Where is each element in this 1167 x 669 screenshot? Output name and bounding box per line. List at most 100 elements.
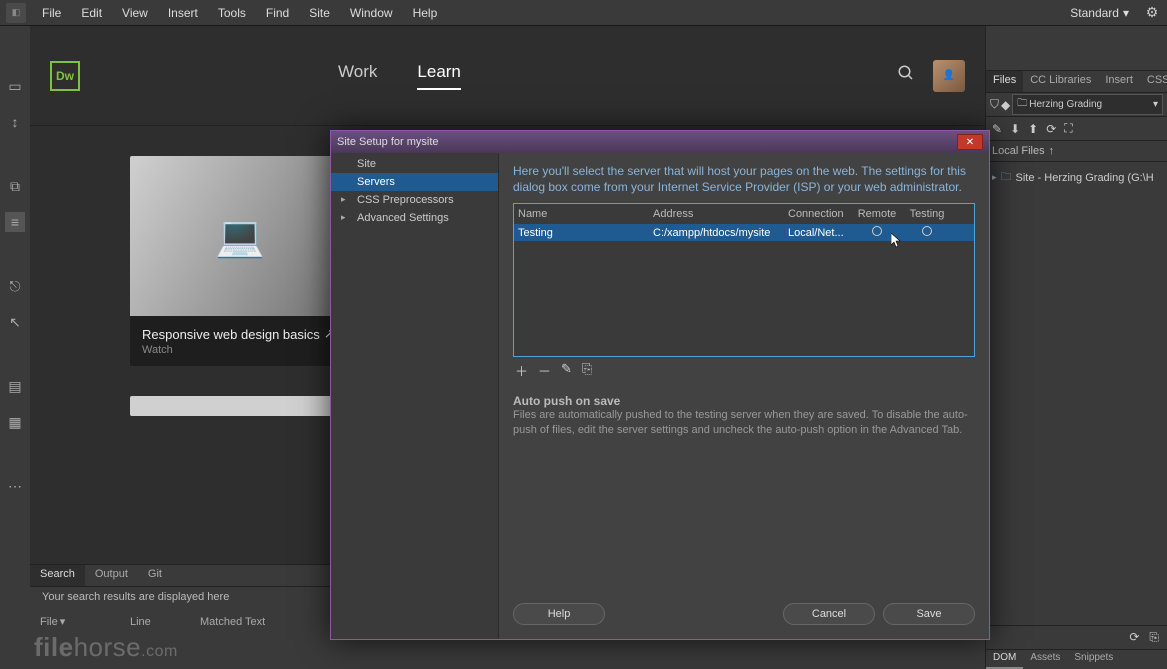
col-name: Name — [514, 206, 649, 222]
col-line[interactable]: Line — [120, 615, 190, 628]
panel-tab-dom[interactable]: DOM — [986, 650, 1023, 669]
remove-server-button[interactable]: － — [538, 361, 551, 380]
servers-table-header: Name Address Connection Remote Testing — [514, 204, 974, 224]
learn-card-subtitle: Watch — [142, 344, 338, 356]
server-connection: Local/Net... — [784, 225, 852, 241]
user-avatar[interactable]: 👤 — [933, 60, 965, 92]
folder-icon: 🗀 — [1001, 168, 1012, 187]
tab-learn[interactable]: Learn — [417, 62, 460, 90]
menu-edit[interactable]: Edit — [71, 0, 112, 25]
wand-icon[interactable]: ✎ — [992, 122, 1002, 136]
menu-help[interactable]: Help — [403, 0, 448, 25]
refresh-icon[interactable]: ⟳ — [1129, 630, 1139, 645]
remote-radio[interactable] — [872, 226, 882, 236]
dialog-sidebar: Site Servers ▸CSS Preprocessors ▸Advance… — [331, 153, 499, 639]
expand-icon[interactable]: ⛶ — [1064, 121, 1072, 136]
testing-radio[interactable] — [922, 226, 932, 236]
tool-comment-icon[interactable]: ▤ — [5, 376, 25, 396]
tool-list-icon[interactable]: ≡ — [5, 212, 25, 232]
chevron-down-icon: ▾ — [60, 615, 66, 628]
duplicate-server-button[interactable]: ⎘ — [582, 361, 592, 380]
menu-find[interactable]: Find — [256, 0, 299, 25]
dreamweaver-logo-icon: Dw — [50, 61, 80, 91]
download-icon[interactable]: ⬇ — [1010, 122, 1020, 136]
local-files-header[interactable]: Local Files ↑ — [986, 141, 1167, 162]
menu-file[interactable]: File — [32, 0, 71, 25]
server-tools: ＋ － ✎ ⎘ — [513, 357, 975, 384]
upload-icon[interactable]: ⬆ — [1028, 122, 1038, 136]
panel-tab-cc-libraries[interactable]: CC Libraries — [1023, 71, 1098, 92]
col-address: Address — [649, 206, 784, 222]
cancel-button[interactable]: Cancel — [783, 603, 875, 625]
menu-tools[interactable]: Tools — [208, 0, 256, 25]
center-header: Dw Work Learn 👤 — [30, 26, 985, 126]
learn-card-thumbnail: 💻 — [130, 156, 350, 316]
workspace-selector[interactable]: Standard ▾ — [1062, 4, 1137, 22]
col-testing: Testing — [902, 206, 952, 222]
workspace-label: Standard — [1070, 6, 1119, 20]
dialog-description: Here you'll select the server that will … — [513, 163, 975, 195]
panel-tab-snippets[interactable]: Snippets — [1067, 650, 1120, 669]
help-button[interactable]: Help — [513, 603, 605, 625]
server-row[interactable]: Testing C:/xampp/htdocs/mysite Local/Net… — [514, 224, 974, 241]
tool-more-icon[interactable]: ⋯ — [5, 476, 25, 496]
learn-card[interactable]: 💻 Responsive web design basics ↗ Watch — [130, 156, 350, 366]
tool-pointer-icon[interactable]: ↖ — [5, 312, 25, 332]
learn-card-2[interactable] — [130, 396, 350, 416]
sidebar-item-css-preprocessors[interactable]: ▸CSS Preprocessors — [331, 191, 498, 209]
search-icon[interactable] — [897, 64, 915, 87]
sort-up-icon: ↑ — [1049, 145, 1055, 157]
menu-insert[interactable]: Insert — [158, 0, 208, 25]
menu-window[interactable]: Window — [340, 0, 403, 25]
folder-icon: 🗀 — [1017, 96, 1027, 113]
panel-tab-files[interactable]: Files — [986, 71, 1023, 92]
chevron-down-icon: ▾ — [1153, 99, 1158, 110]
sidebar-item-servers[interactable]: Servers — [331, 173, 498, 191]
panel-tab-css[interactable]: CSS Des — [1140, 71, 1167, 92]
autopush-title: Auto push on save — [513, 394, 975, 408]
tool-panel-icon[interactable]: ▦ — [5, 412, 25, 432]
autopush-description: Files are automatically pushed to the te… — [513, 408, 975, 437]
col-matched[interactable]: Matched Text — [190, 615, 275, 628]
sidebar-item-advanced-settings[interactable]: ▸Advanced Settings — [331, 209, 498, 227]
app-icon: ◧ — [6, 3, 26, 23]
panel-tab-assets[interactable]: Assets — [1023, 650, 1067, 669]
watermark: filehorse.com — [34, 632, 178, 663]
bottom-tab-search[interactable]: Search — [30, 565, 85, 586]
chevron-right-icon: ▸ — [341, 212, 346, 223]
file-tree: ▸ 🗀 Site - Herzing Grading (G:\H — [986, 162, 1167, 625]
dialog-titlebar[interactable]: Site Setup for mysite ✕ — [331, 131, 989, 153]
bottom-tab-output[interactable]: Output — [85, 565, 138, 586]
site-selector[interactable]: 🗀 Herzing Grading ▾ — [1012, 94, 1163, 115]
menubar: ◧ File Edit View Insert Tools Find Site … — [0, 0, 1167, 26]
shield-icon[interactable]: ⛉ — [990, 97, 999, 112]
diamond-icon[interactable]: ◆ — [1001, 98, 1010, 112]
server-name: Testing — [514, 225, 649, 241]
tool-dom-icon[interactable]: ⧉ — [5, 176, 25, 196]
chevron-right-icon: ▸ — [992, 172, 997, 183]
file-tree-root[interactable]: ▸ 🗀 Site - Herzing Grading (G:\H — [992, 166, 1161, 189]
chevron-right-icon: ▸ — [341, 194, 346, 205]
tab-work[interactable]: Work — [338, 62, 377, 90]
menu-site[interactable]: Site — [299, 0, 340, 25]
link-icon[interactable]: ⎘ — [1149, 630, 1159, 645]
tool-link-icon[interactable]: ⎋ — [5, 276, 25, 296]
dialog-close-button[interactable]: ✕ — [957, 134, 983, 150]
dialog-title: Site Setup for mysite — [337, 136, 439, 148]
edit-server-button[interactable]: ✎ — [561, 361, 572, 380]
servers-table: Name Address Connection Remote Testing T… — [513, 203, 975, 357]
tool-document-icon[interactable]: ▭ — [5, 76, 25, 96]
menu-view[interactable]: View — [112, 0, 158, 25]
tool-arrows-icon[interactable]: ↕ — [5, 112, 25, 132]
col-file[interactable]: File▾ — [30, 615, 120, 628]
learn-card-title: Responsive web design basics ↗ — [142, 326, 338, 342]
close-icon: ✕ — [966, 137, 974, 148]
bottom-tab-git[interactable]: Git — [138, 565, 172, 586]
col-connection: Connection — [784, 206, 852, 222]
sidebar-item-site[interactable]: Site — [331, 155, 498, 173]
save-button[interactable]: Save — [883, 603, 975, 625]
settings-gear-icon[interactable]: ⚙ — [1143, 4, 1161, 22]
panel-tab-insert[interactable]: Insert — [1098, 71, 1140, 92]
refresh-icon[interactable]: ⟳ — [1046, 122, 1056, 136]
add-server-button[interactable]: ＋ — [515, 361, 528, 380]
